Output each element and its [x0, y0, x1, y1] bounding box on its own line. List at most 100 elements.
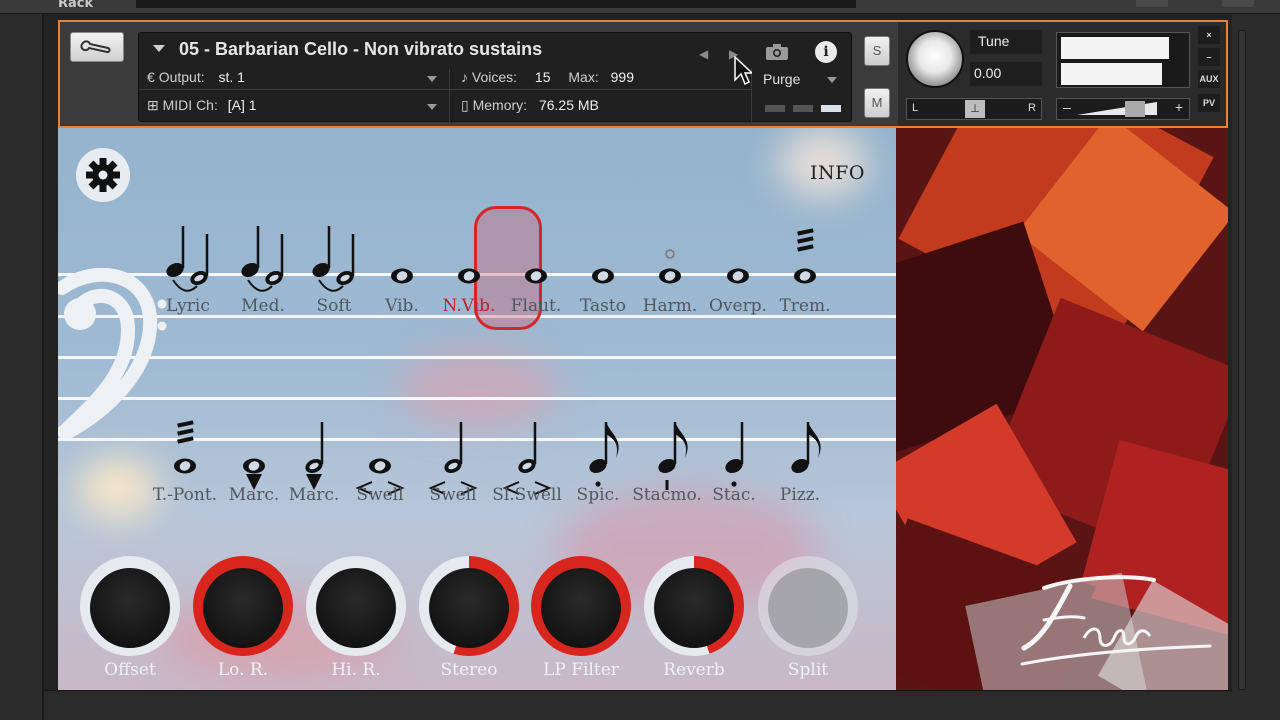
- note-glyph-icon: [174, 420, 196, 474]
- purge-dropdown-icon[interactable]: [827, 77, 837, 83]
- output-row[interactable]: € Output: st. 1: [147, 69, 245, 85]
- volume-handle[interactable]: [1125, 101, 1145, 117]
- knob-hi-r[interactable]: [306, 556, 406, 656]
- pan-slider[interactable]: L ⊥ R: [906, 98, 1042, 120]
- articulation-button[interactable]: [226, 180, 300, 292]
- tune-panel: Tune 0.00 L ⊥ R – + × – AUX PV: [898, 22, 1226, 126]
- knob-offset[interactable]: [80, 556, 180, 656]
- knob-body: [541, 568, 621, 648]
- purge-indicator: [793, 105, 813, 112]
- note-glyph-icon: [428, 422, 478, 495]
- rack-button-2[interactable]: [1222, 0, 1254, 7]
- pan-right-label: R: [1028, 102, 1036, 114]
- articulation-button[interactable]: [416, 364, 490, 495]
- articulation-button[interactable]: [701, 180, 775, 290]
- note-glyph-icon: [355, 458, 405, 495]
- gear-icon: [86, 158, 120, 192]
- camera-icon[interactable]: [765, 43, 789, 61]
- articulation-button[interactable]: [561, 364, 635, 487]
- max-label: Max:: [568, 69, 599, 85]
- rack-preset-field[interactable]: [136, 0, 856, 8]
- articulation-button[interactable]: [343, 364, 417, 495]
- purge-indicator: [765, 105, 785, 112]
- note-glyph-icon: [305, 422, 324, 490]
- knob-lo-r[interactable]: [193, 556, 293, 656]
- articulation-button[interactable]: [697, 364, 771, 487]
- articulation-button[interactable]: [763, 364, 837, 474]
- tune-knob[interactable]: [906, 30, 964, 88]
- knob-body: [203, 568, 283, 648]
- minimize-instrument-button[interactable]: –: [1198, 48, 1220, 66]
- articulation-panel: INFO Lyric Med. Soft Vib. N.Vib. Flaut. Tasto H…: [58, 128, 896, 690]
- max-value[interactable]: 999: [611, 69, 634, 85]
- articulation-label[interactable]: Pizz.: [750, 485, 850, 505]
- level-meter: [1056, 32, 1190, 88]
- settings-button[interactable]: [76, 148, 130, 202]
- note-glyph-icon: [725, 422, 744, 487]
- articulation-button[interactable]: [768, 180, 842, 290]
- volume-minus-icon[interactable]: –: [1063, 99, 1071, 115]
- memory-icon: ▯: [461, 97, 469, 113]
- info-icon[interactable]: i: [815, 41, 837, 63]
- kontakt-window: Rack 05 - Barbarian Cello - Non vibrato …: [0, 0, 1280, 720]
- pv-button[interactable]: PV: [1198, 94, 1220, 112]
- output-label: Output:: [158, 69, 205, 85]
- status-bar: [44, 690, 1232, 720]
- staff-line: [58, 356, 896, 359]
- knob-stereo[interactable]: [419, 556, 519, 656]
- close-instrument-button[interactable]: ×: [1198, 26, 1220, 44]
- knob-split[interactable]: [758, 556, 858, 656]
- midi-value: [A] 1: [227, 97, 257, 113]
- articulation-label[interactable]: Trem.: [755, 296, 855, 316]
- midi-label: MIDI Ch:: [162, 97, 218, 113]
- output-value: st. 1: [218, 69, 245, 85]
- prev-instrument-icon[interactable]: ◀: [699, 47, 708, 61]
- level-meter-left: [1061, 37, 1170, 59]
- articulation-button[interactable]: [630, 364, 704, 490]
- signature-logo: [1020, 575, 1212, 666]
- volume-plus-icon[interactable]: +: [1175, 99, 1183, 115]
- scrollbar[interactable]: [1238, 30, 1246, 690]
- knob-reverb[interactable]: [644, 556, 744, 656]
- articulation-button[interactable]: [499, 180, 573, 290]
- tune-value[interactable]: 0.00: [970, 62, 1042, 86]
- midi-row[interactable]: ⊞ MIDI Ch: [A] 1: [147, 97, 257, 114]
- articulation-button[interactable]: [633, 180, 707, 290]
- pan-handle-icon[interactable]: ⊥: [965, 100, 985, 118]
- output-dropdown-icon[interactable]: [427, 76, 437, 82]
- rack-toolbar: Rack: [0, 0, 1280, 14]
- note-glyph-icon: [658, 422, 688, 490]
- articulation-button[interactable]: [151, 180, 225, 292]
- solo-button[interactable]: S: [864, 36, 890, 66]
- mute-button[interactable]: M: [864, 88, 890, 118]
- knob-label: Lo. R.: [217, 660, 269, 680]
- knob-label: Split: [787, 660, 829, 680]
- instrument-menu-arrow-icon[interactable]: [153, 45, 165, 52]
- knob-body: [90, 568, 170, 648]
- midi-dropdown-icon[interactable]: [427, 104, 437, 110]
- articulation-button[interactable]: [277, 364, 351, 490]
- articulation-button[interactable]: [297, 180, 371, 292]
- wrench-icon: [80, 40, 111, 54]
- level-meter-right: [1061, 63, 1162, 85]
- knob-body: [654, 568, 734, 648]
- left-sidebar: [0, 14, 44, 720]
- articulation-button[interactable]: [490, 364, 564, 495]
- instrument-name[interactable]: 05 - Barbarian Cello - Non vibrato susta…: [179, 39, 542, 60]
- note-glyph-icon: [791, 422, 821, 474]
- volume-slider[interactable]: – +: [1056, 98, 1190, 120]
- articulation-button[interactable]: [566, 180, 640, 290]
- purge-indicator: [821, 105, 841, 112]
- edit-instrument-button[interactable]: [70, 32, 124, 62]
- knob-lp-filter[interactable]: [531, 556, 631, 656]
- purge-dropdown[interactable]: Purge: [763, 71, 800, 87]
- rack-button-1[interactable]: [1136, 0, 1168, 7]
- output-icon: €: [147, 69, 155, 85]
- aux-button[interactable]: AUX: [1198, 70, 1220, 88]
- articulation-button[interactable]: [365, 180, 439, 290]
- knob-body: [768, 568, 848, 648]
- knob-label: Hi. R.: [331, 660, 381, 680]
- articulation-button[interactable]: [148, 364, 222, 474]
- articulation-button[interactable]: [432, 180, 506, 290]
- pan-left-label: L: [912, 102, 919, 114]
